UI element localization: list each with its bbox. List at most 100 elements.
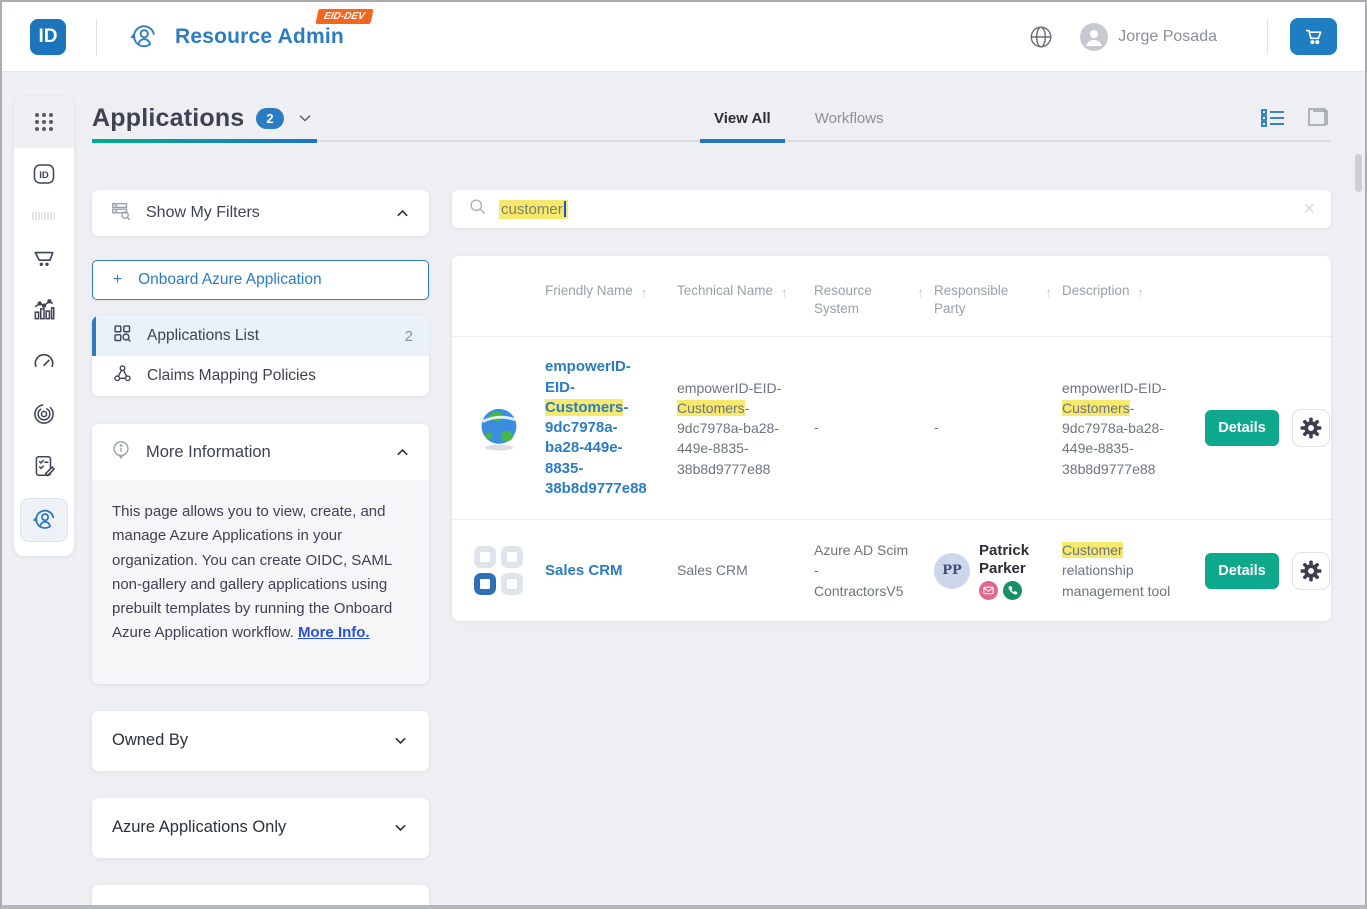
tab-workflows[interactable]: Workflows bbox=[815, 96, 884, 140]
technical-name: Sales CRM bbox=[677, 562, 748, 578]
settings-gear-button[interactable] bbox=[1292, 552, 1330, 590]
text-caret bbox=[564, 201, 566, 217]
svg-text:ID: ID bbox=[39, 170, 49, 181]
details-button[interactable]: Details bbox=[1205, 553, 1279, 589]
accordion-azure-applications-only[interactable]: Azure Applications Only bbox=[92, 798, 429, 858]
nav-label: Claims Mapping Policies bbox=[147, 367, 316, 385]
cart-button[interactable] bbox=[1290, 18, 1337, 55]
chevron-up-icon bbox=[394, 444, 411, 461]
claims-mapping-icon bbox=[112, 363, 133, 389]
table-row: empowerID-EID-Customers-9dc7978a-ba28-44… bbox=[452, 336, 1331, 519]
chevron-down-icon bbox=[392, 819, 409, 836]
search-icon bbox=[468, 197, 487, 221]
resource-admin-rail-icon[interactable] bbox=[20, 498, 68, 542]
clear-search-icon[interactable]: × bbox=[1303, 199, 1315, 219]
table-header: Friendly Name↑ Technical Name↑ Resource … bbox=[452, 256, 1331, 336]
tab-bar: View All Workflows bbox=[714, 96, 884, 140]
friendly-name-link[interactable]: empowerID-EID-Customers-9dc7978a-ba28-44… bbox=[545, 358, 647, 497]
cart-rail-icon[interactable] bbox=[14, 232, 74, 284]
dashboard-gauge-icon[interactable] bbox=[14, 336, 74, 388]
phone-badge-icon bbox=[1003, 581, 1022, 600]
page-title: Applications bbox=[92, 104, 244, 133]
info-icon bbox=[110, 439, 132, 466]
barcode-icon[interactable] bbox=[14, 200, 74, 232]
chevron-down-icon[interactable] bbox=[296, 109, 314, 127]
show-my-filters-label: Show My Filters bbox=[146, 204, 260, 222]
card-view-icon[interactable] bbox=[1305, 105, 1331, 131]
chevron-up-icon bbox=[394, 205, 411, 222]
search-value: customer bbox=[501, 201, 563, 218]
applications-table: Friendly Name↑ Technical Name↑ Resource … bbox=[452, 256, 1331, 621]
sort-icon: ↑ bbox=[918, 284, 925, 302]
show-my-filters-panel[interactable]: Show My Filters bbox=[92, 190, 429, 236]
main-area: Applications 2 View All Workflows bbox=[92, 96, 1365, 905]
divider bbox=[1267, 20, 1268, 54]
gradient-underline bbox=[92, 139, 317, 143]
user-avatar-icon bbox=[1080, 23, 1108, 51]
icon-rail: ID bbox=[14, 96, 74, 556]
sort-icon: ↑ bbox=[1138, 284, 1145, 302]
more-information-title: More Information bbox=[146, 443, 271, 462]
section-header: Applications 2 View All Workflows bbox=[92, 96, 1331, 142]
sort-icon: ↑ bbox=[1046, 284, 1053, 302]
person-name: Patrick Parker bbox=[979, 542, 1043, 578]
technical-name: empowerID-EID-Customers-9dc7978a-ba28-44… bbox=[677, 380, 781, 477]
sort-icon: ↑ bbox=[781, 284, 788, 302]
filters-icon bbox=[110, 200, 132, 227]
nav-item-claims-mapping-policies[interactable]: Claims Mapping Policies bbox=[92, 356, 429, 396]
resource-system-value: - bbox=[814, 419, 819, 435]
friendly-name-link[interactable]: Sales CRM bbox=[545, 562, 623, 579]
accordion-label: Owned By bbox=[112, 731, 188, 750]
count-badge: 2 bbox=[256, 108, 283, 129]
column-technical-name[interactable]: Technical Name↑ bbox=[677, 282, 814, 318]
logo-text: ID bbox=[39, 26, 58, 48]
chevron-down-icon bbox=[392, 732, 409, 749]
app-window: ID Resource Admin EID-DEV bbox=[0, 0, 1367, 909]
fingerprint-icon[interactable] bbox=[14, 388, 74, 440]
nav-count: 2 bbox=[405, 328, 413, 345]
search-input[interactable]: customer × bbox=[452, 190, 1331, 228]
empowerid-rail-icon[interactable]: ID bbox=[14, 148, 74, 200]
settings-gear-button[interactable] bbox=[1292, 409, 1330, 447]
list-view-icon[interactable] bbox=[1259, 106, 1287, 130]
apps-grid-icon[interactable] bbox=[14, 96, 74, 148]
divider bbox=[96, 18, 97, 56]
plus-icon: + bbox=[113, 271, 122, 289]
tab-view-all[interactable]: View All bbox=[714, 96, 771, 140]
responsible-party-person[interactable]: PP Patrick Parker bbox=[934, 542, 1052, 600]
filters-column: Show My Filters + Onboard Azure Applicat… bbox=[92, 190, 429, 905]
column-friendly-name[interactable]: Friendly Name↑ bbox=[545, 282, 677, 318]
user-menu[interactable]: Jorge Posada bbox=[1080, 23, 1217, 51]
scrollbar-thumb[interactable] bbox=[1355, 154, 1362, 192]
globe-icon[interactable] bbox=[1028, 24, 1054, 50]
accordion-owned-by[interactable]: Owned By bbox=[92, 711, 429, 771]
more-information-header[interactable]: More Information bbox=[92, 424, 429, 480]
analytics-icon[interactable] bbox=[14, 284, 74, 336]
search-highlight: Customers bbox=[677, 400, 745, 416]
accordion-target-system[interactable]: Target System bbox=[92, 885, 429, 905]
applications-list-icon bbox=[112, 323, 133, 349]
sort-icon: ↑ bbox=[641, 284, 648, 302]
more-information-panel: More Information This page allows you to… bbox=[92, 424, 429, 684]
app-title: Resource Admin bbox=[175, 25, 344, 48]
description-value: Customer relationship management tool bbox=[1062, 542, 1170, 599]
empowerid-logo[interactable]: ID bbox=[30, 19, 66, 55]
onboard-label: Onboard Azure Application bbox=[138, 271, 322, 289]
description-value: empowerID-EID-Customers-9dc7978a-ba28-44… bbox=[1062, 380, 1166, 477]
user-name: Jorge Posada bbox=[1118, 28, 1217, 46]
column-resource-system[interactable]: Resource System↑ bbox=[814, 282, 934, 318]
email-badge-icon bbox=[979, 581, 998, 600]
search-highlight: Customers bbox=[545, 399, 623, 416]
app-tiles-icon bbox=[452, 546, 545, 595]
details-button[interactable]: Details bbox=[1205, 410, 1279, 446]
page-body: ID bbox=[2, 72, 1365, 905]
info-text: This page allows you to view, create, an… bbox=[112, 503, 392, 641]
nav-item-applications-list[interactable]: Applications List 2 bbox=[92, 316, 429, 356]
onboard-azure-application-button[interactable]: + Onboard Azure Application bbox=[92, 260, 429, 300]
table-row: Sales CRM Sales CRM Azure AD Scim - Cont… bbox=[452, 519, 1331, 621]
task-list-icon[interactable] bbox=[14, 440, 74, 492]
more-info-link[interactable]: More Info. bbox=[298, 624, 370, 641]
resource-admin-icon bbox=[127, 21, 159, 53]
column-description[interactable]: Description↑ bbox=[1062, 282, 1205, 318]
column-responsible-party[interactable]: Responsible Party↑ bbox=[934, 282, 1062, 318]
